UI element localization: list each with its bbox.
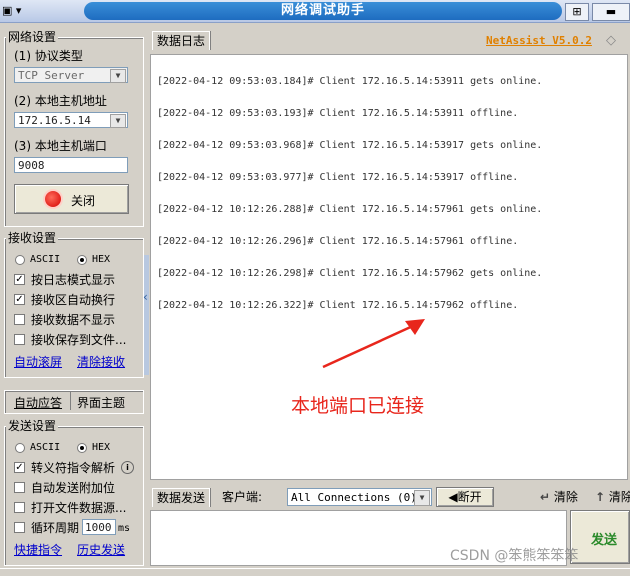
- host-label: (2) 本地主机地址: [14, 94, 107, 108]
- disconnect-button[interactable]: ◀断开: [436, 487, 494, 507]
- log-line: [2022-04-12 10:12:26.322]# Client 172.16…: [157, 300, 519, 311]
- log-line: [2022-04-12 09:53:03.977]# Client 172.16…: [157, 172, 519, 183]
- log-area[interactable]: [2022-04-12 09:53:03.184]# Client 172.16…: [150, 54, 628, 480]
- log-line: [2022-04-12 10:12:26.296]# Client 172.16…: [157, 236, 519, 247]
- protocol-value: TCP Server: [18, 69, 85, 82]
- auto-append-checkbox[interactable]: [14, 482, 25, 493]
- recv-save-file-checkbox[interactable]: [14, 334, 25, 345]
- recv-settings-title: 接收设置: [6, 231, 59, 245]
- arrow-left-icon: ◀: [448, 490, 458, 504]
- tab-data-send[interactable]: 数据发送: [152, 488, 211, 507]
- system-menu-icon[interactable]: ▣ ▾: [2, 3, 36, 19]
- return-arrow-icon: ↵: [540, 490, 551, 504]
- port-label: (3) 本地主机端口: [14, 139, 107, 153]
- send-settings-title: 发送设置: [6, 419, 59, 433]
- escape-parse-label: 转义符指令解析: [31, 461, 116, 475]
- recv-hex-label: HEX: [92, 254, 111, 265]
- up-arrow-icon: ↑: [595, 490, 606, 504]
- log-line: [2022-04-12 09:53:03.968]# Client 172.16…: [157, 140, 543, 151]
- send-hex-label: HEX: [92, 442, 111, 453]
- clear-all-label: 清除: [608, 490, 630, 504]
- host-value: 172.16.5.14: [18, 114, 91, 127]
- chevron-down-icon[interactable]: ▼: [110, 114, 126, 128]
- recv-hide-label: 接收数据不显示: [31, 313, 116, 327]
- open-file-source-checkbox[interactable]: [14, 502, 25, 513]
- send-ascii-radio[interactable]: [15, 443, 25, 453]
- close-connection-button[interactable]: 关闭: [14, 184, 129, 214]
- port-value: 9008: [18, 159, 45, 172]
- collapse-arrow-icon[interactable]: ‹: [143, 290, 148, 304]
- send-label: 发送: [591, 533, 618, 548]
- net-settings-title: 网络设置: [6, 30, 59, 44]
- log-line: [2022-04-12 09:53:03.193]# Client 172.16…: [157, 108, 519, 119]
- clear-send-label: 清除: [553, 490, 578, 504]
- auto-scroll-link[interactable]: 自动滚屏: [14, 355, 62, 369]
- status-light-icon: [45, 191, 61, 207]
- protocol-label: (1) 协议类型: [14, 49, 83, 63]
- send-hex-radio[interactable]: [77, 443, 87, 453]
- log-line: [2022-04-12 09:53:03.184]# Client 172.16…: [157, 76, 543, 87]
- recv-log-mode-checkbox[interactable]: ✓: [14, 274, 25, 285]
- client-label: 客户端:: [222, 490, 263, 504]
- send-button[interactable]: 发送: [570, 510, 630, 564]
- brand-link[interactable]: NetAssist V5.0.2: [486, 34, 592, 47]
- protocol-select[interactable]: TCP Server ▼: [14, 67, 128, 83]
- tab-data-log[interactable]: 数据日志: [152, 31, 211, 50]
- title-bar: ▣ ▾ 网络调试助手 ⊞ ▬: [0, 0, 630, 23]
- recv-hex-radio[interactable]: [77, 255, 87, 265]
- send-ascii-label: ASCII: [30, 442, 61, 453]
- recv-ascii-radio[interactable]: [15, 255, 25, 265]
- clear-recv-link[interactable]: 清除接收: [77, 355, 125, 369]
- shortcut-cmd-link[interactable]: 快捷指令: [14, 543, 62, 557]
- loop-period-label: 循环周期: [31, 521, 80, 535]
- clear-send-button[interactable]: ↵ 清除: [540, 490, 578, 504]
- recv-save-file-label: 接收保存到文件...: [31, 333, 127, 347]
- watermark: CSDN @笨熊笨笨笨: [450, 548, 579, 564]
- theme-tab[interactable]: 界面主题: [77, 396, 125, 410]
- recv-hide-checkbox[interactable]: [14, 314, 25, 325]
- loop-period-checkbox[interactable]: [14, 522, 25, 533]
- splitter-handle[interactable]: [144, 255, 149, 375]
- annotation-arrow-icon: [322, 319, 425, 369]
- log-line: [2022-04-12 10:12:26.288]# Client 172.16…: [157, 204, 543, 215]
- chevron-down-icon[interactable]: ▼: [110, 69, 126, 83]
- chevron-down-icon[interactable]: ▼: [414, 490, 430, 506]
- recv-wrap-checkbox[interactable]: ✓: [14, 294, 25, 305]
- client-value: All Connections (0): [291, 491, 417, 504]
- divider: [70, 392, 71, 410]
- period-unit: ms: [118, 523, 131, 534]
- window-title: 网络调试助手: [84, 2, 562, 20]
- escape-parse-checkbox[interactable]: ✓: [14, 462, 25, 473]
- minimize-button[interactable]: ▬: [592, 3, 630, 21]
- disconnect-label: 断开: [457, 490, 482, 504]
- annotation-text: 本地端口已连接: [291, 395, 425, 417]
- log-line: [2022-04-12 10:12:26.298]# Client 172.16…: [157, 268, 543, 279]
- gem-icon[interactable]: ◇: [606, 33, 616, 48]
- recv-log-mode-label: 按日志模式显示: [31, 273, 116, 287]
- clear-all-button[interactable]: ↑ 清除: [595, 490, 630, 504]
- auto-reply-tab[interactable]: 自动应答: [14, 396, 62, 410]
- client-select[interactable]: All Connections (0) ▼: [287, 488, 432, 506]
- open-file-source-label: 打开文件数据源...: [31, 501, 127, 515]
- recv-wrap-label: 接收区自动换行: [31, 293, 116, 307]
- send-history-link[interactable]: 历史发送: [77, 543, 125, 557]
- period-input[interactable]: 1000: [82, 519, 116, 535]
- recv-ascii-label: ASCII: [30, 254, 61, 265]
- port-input[interactable]: 9008: [14, 157, 128, 173]
- close-label: 关闭: [71, 194, 96, 208]
- info-icon[interactable]: i: [121, 461, 134, 474]
- host-select[interactable]: 172.16.5.14 ▼: [14, 112, 128, 128]
- restore-button[interactable]: ⊞: [565, 3, 589, 21]
- auto-append-label: 自动发送附加位: [31, 481, 116, 495]
